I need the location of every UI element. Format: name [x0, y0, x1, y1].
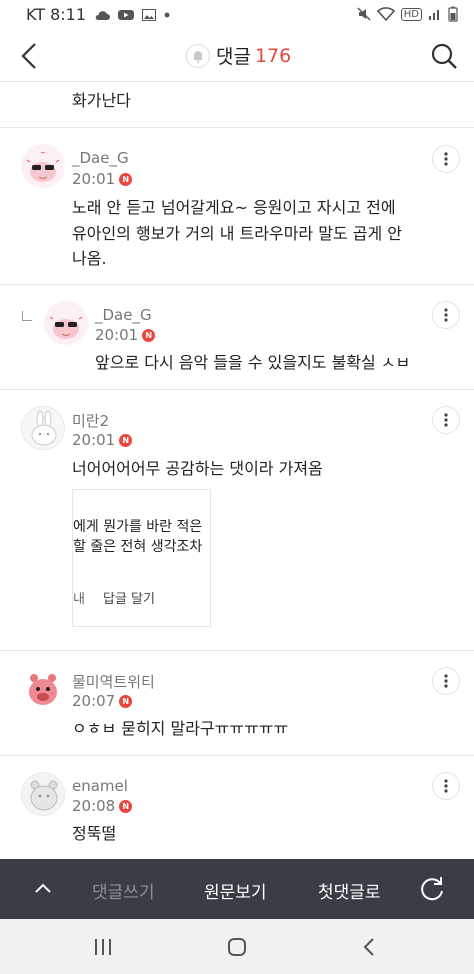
comment-time: 20:08 N	[72, 797, 133, 815]
page-title: 댓글	[216, 46, 251, 68]
comment-username[interactable]: enamel	[72, 777, 128, 795]
comments-title: 댓글 176	[186, 42, 291, 69]
new-badge: N	[142, 328, 156, 342]
avatar[interactable]: ~	[21, 144, 65, 188]
reply-indicator-icon	[22, 311, 32, 321]
avatar[interactable]	[21, 772, 65, 816]
embed-text: 내	[73, 592, 85, 607]
comment-time: 20:01 N	[72, 170, 133, 188]
more-vertical-icon	[444, 413, 448, 427]
comment-username[interactable]: 물미역트위티	[72, 671, 155, 692]
comment-text: 앞으로 다시 음악 들을 수 있을지도 불확실 ㅅㅂ	[95, 353, 411, 372]
avatar[interactable]	[21, 406, 65, 450]
home-icon	[228, 938, 246, 956]
bell-icon[interactable]	[186, 43, 210, 68]
hd-label: HD	[400, 7, 422, 21]
more-vertical-icon	[444, 779, 448, 793]
comment-text: ㅇㅎㅂ 묻히지 말라구ㅠㅠㅠㅠㅠ	[72, 719, 289, 738]
bottom-action-bar: 댓글쓰기 원문보기 첫댓글로	[0, 859, 474, 919]
more-options-button[interactable]	[432, 406, 460, 434]
comment-text: 나옴.	[72, 249, 107, 268]
comment-username[interactable]: _Dae_G	[72, 149, 129, 167]
divider	[0, 389, 474, 390]
comment-time: 20:07 N	[72, 692, 133, 710]
scroll-top-button[interactable]	[30, 875, 56, 901]
carrier-time: KT 8:11	[26, 5, 87, 24]
new-badge: N	[119, 694, 133, 708]
more-vertical-icon	[444, 152, 448, 166]
more-options-button[interactable]	[432, 772, 460, 800]
refresh-icon	[421, 877, 443, 901]
comment-text: 정뚝떨	[72, 824, 117, 843]
comment-list[interactable]: 화가난다 ~ _Dae_G 20:01 N 노래 안 듣고 넘어갈게요~ 응원이…	[0, 82, 474, 859]
embed-text: 에게 뭔가를 바란 적은	[73, 519, 203, 535]
comment-text: 유아인의 행보가 거의 내 트라우마라 말도 곱게 안	[72, 224, 403, 243]
write-comment-button[interactable]: 댓글쓰기	[92, 878, 155, 903]
system-navigation-bar	[0, 919, 474, 974]
view-original-button[interactable]: 원문보기	[204, 878, 267, 903]
more-vertical-icon	[444, 308, 448, 322]
search-button[interactable]	[424, 36, 464, 76]
comment-username[interactable]: _Dae_G	[95, 306, 152, 324]
comment-timestamp: 20:07	[72, 692, 116, 710]
home-button[interactable]	[222, 935, 252, 959]
dot-icon	[164, 12, 170, 18]
avatar[interactable]	[44, 301, 88, 345]
comment-text: 너어어어어무 공감하는 댓이라 가져옴	[72, 459, 323, 478]
back-nav-button[interactable]	[354, 935, 384, 959]
refresh-button[interactable]	[418, 875, 446, 903]
avatar[interactable]	[21, 667, 65, 711]
gallery-icon	[142, 8, 157, 21]
more-options-button[interactable]	[432, 301, 460, 329]
comment-text: 화가난다	[72, 91, 131, 110]
more-options-button[interactable]	[432, 145, 460, 173]
comment-time: 20:01 N	[72, 431, 133, 449]
youtube-icon	[118, 9, 135, 21]
cloud-icon	[94, 9, 111, 21]
back-chevron-icon	[363, 938, 374, 956]
recent-apps-icon	[95, 939, 111, 955]
divider	[0, 127, 474, 128]
back-arrow-icon	[21, 43, 36, 69]
divider	[0, 650, 474, 651]
divider	[0, 284, 474, 285]
divider	[0, 755, 474, 756]
new-badge: N	[119, 433, 133, 447]
signal-icon	[428, 7, 442, 21]
new-badge: N	[119, 172, 133, 186]
comment-timestamp: 20:08	[72, 797, 116, 815]
embed-text: 할 줄은 전혀 생각조차	[73, 539, 203, 555]
comment-timestamp: 20:01	[72, 431, 116, 449]
mute-icon	[357, 7, 371, 21]
comment-text: 노래 안 듣고 넘어갈게요~ 응원이고 자시고 전에	[72, 198, 396, 217]
comment-count: 176	[254, 44, 292, 67]
comment-timestamp: 20:01	[72, 170, 116, 188]
more-vertical-icon	[444, 674, 448, 688]
back-button[interactable]	[10, 36, 48, 76]
embed-reply-label: 답글 달기	[103, 592, 155, 607]
attached-image[interactable]: 에게 뭔가를 바란 적은 할 줄은 전혀 생각조차 내 답글 달기	[72, 489, 211, 627]
search-icon	[431, 43, 457, 69]
comment-timestamp: 20:01	[95, 326, 139, 344]
status-bar: KT 8:11 HD	[0, 0, 474, 30]
more-options-button[interactable]	[432, 667, 460, 695]
new-badge: N	[119, 799, 133, 813]
comment-time: 20:01 N	[95, 326, 156, 344]
svg-text:~: ~	[40, 149, 46, 157]
chevron-up-icon	[35, 883, 51, 893]
battery-icon	[448, 6, 458, 22]
comment-username[interactable]: 미란2	[72, 410, 109, 431]
top-app-bar: 댓글 176	[0, 30, 474, 82]
wifi-icon	[376, 7, 395, 21]
recent-apps-button[interactable]	[88, 935, 118, 959]
first-comment-button[interactable]: 첫댓글로	[318, 878, 381, 903]
